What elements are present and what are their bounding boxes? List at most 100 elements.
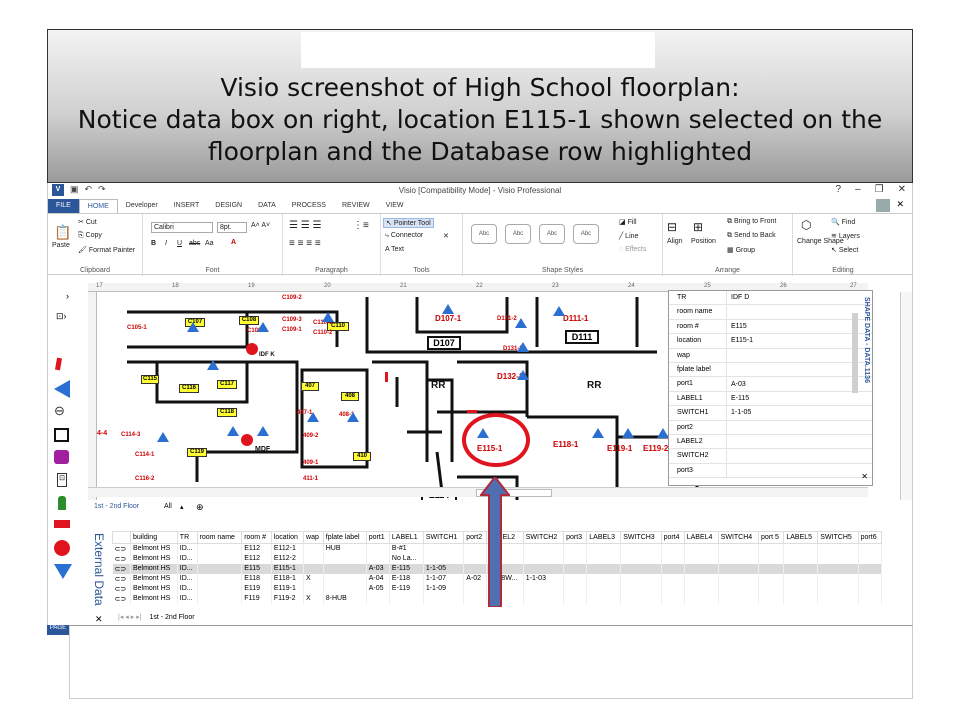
x-tool-icon[interactable]: ✕: [443, 232, 449, 240]
column-header[interactable]: room name: [196, 531, 243, 544]
green-device-icon[interactable]: [58, 496, 66, 510]
blue-jack-left-icon[interactable]: [54, 380, 70, 398]
select-button[interactable]: ↖ Select: [831, 246, 858, 254]
underline-button[interactable]: U: [177, 240, 182, 247]
column-header[interactable]: LABEL3: [586, 531, 622, 544]
column-header[interactable]: SWITCH1: [422, 531, 465, 544]
column-header[interactable]: port 5: [758, 531, 785, 544]
shape-style-4[interactable]: Abc: [573, 224, 599, 244]
column-header[interactable]: location: [270, 531, 305, 544]
column-header[interactable]: LABEL1: [388, 531, 424, 544]
vertical-scrollbar[interactable]: [900, 292, 912, 500]
red-label-icon[interactable]: [54, 520, 70, 528]
add-page-button[interactable]: ⊕: [196, 502, 204, 513]
column-header[interactable]: SWITCH3: [620, 531, 662, 544]
bullets-icon[interactable]: ⋮≡: [353, 220, 369, 231]
column-header[interactable]: TR: [176, 531, 198, 544]
shape-style-3[interactable]: Abc: [539, 224, 565, 244]
cut-button[interactable]: ✂ Cut: [78, 218, 97, 226]
shape-data-value[interactable]: E115: [727, 323, 747, 330]
shape-data-scrollbar[interactable]: [852, 313, 858, 393]
tab-review[interactable]: REVIEW: [334, 199, 378, 213]
format-painter-button[interactable]: 🖌 Format Painter: [78, 246, 135, 254]
font-size-select[interactable]: 8pt.: [217, 222, 247, 233]
paste-button[interactable]: Paste: [52, 242, 70, 249]
restore-icon[interactable]: ❐: [875, 184, 884, 195]
connector-button[interactable]: ⤷ Connector: [385, 232, 423, 240]
align-icon[interactable]: ⊟: [667, 220, 677, 234]
tab-file[interactable]: FILE: [48, 199, 79, 213]
tab-developer[interactable]: Developer: [118, 199, 166, 213]
shapes-icon[interactable]: ⊡›: [56, 311, 67, 322]
column-header[interactable]: port4: [660, 531, 685, 544]
effects-button[interactable]: ◌ Effects: [619, 246, 646, 253]
line-button[interactable]: ╱ Line: [619, 232, 638, 240]
column-header[interactable]: port1: [365, 531, 390, 544]
tab-insert[interactable]: INSERT: [166, 199, 208, 213]
shape-data-value[interactable]: IDF D: [727, 294, 749, 301]
position-button[interactable]: Position: [691, 238, 716, 245]
device-icon[interactable]: ⊡: [57, 473, 67, 487]
red-circle-icon[interactable]: [54, 540, 70, 556]
user-avatar[interactable]: [876, 199, 890, 212]
square-shape-icon[interactable]: [54, 428, 69, 442]
send-to-back-button[interactable]: ⧉ Send to Back: [727, 232, 776, 240]
page-tab-all[interactable]: All: [164, 503, 172, 510]
column-header[interactable]: LABEL4: [683, 531, 719, 544]
purple-shape-icon[interactable]: [54, 450, 69, 464]
column-header[interactable]: building: [129, 531, 178, 544]
copy-button[interactable]: ⎘ Copy: [78, 232, 102, 240]
text-tool-button[interactable]: A Text: [385, 246, 404, 253]
minimize-icon[interactable]: –: [855, 184, 861, 195]
font-color-icon[interactable]: A: [231, 239, 236, 246]
shape-data-value[interactable]: A-03: [727, 381, 746, 388]
red-marker-icon[interactable]: [52, 357, 66, 372]
layers-button[interactable]: ≋ Layers: [831, 232, 860, 240]
italic-button[interactable]: I: [165, 240, 167, 247]
column-header[interactable]: wap: [303, 531, 324, 544]
shape-data-close-icon[interactable]: ✕: [861, 472, 868, 481]
external-data-close-icon[interactable]: ✕: [95, 614, 103, 625]
position-icon[interactable]: ⊞: [693, 220, 703, 234]
column-header[interactable]: SWITCH5: [817, 531, 859, 544]
tab-nav-arrows[interactable]: |◂ ◂ ▸ ▸|: [118, 614, 142, 621]
expand-shapes-icon[interactable]: ›: [66, 291, 69, 301]
close-icon[interactable]: ✕: [898, 184, 906, 195]
bring-to-front-button[interactable]: ⧉ Bring to Front: [727, 218, 776, 226]
crosshair-icon[interactable]: ⊖: [54, 403, 65, 419]
tab-home[interactable]: HOME: [78, 199, 118, 213]
ribbon-close-icon[interactable]: ✕: [896, 199, 904, 210]
fill-button[interactable]: ◪ Fill: [619, 218, 637, 226]
column-header[interactable]: SWITCH2: [522, 531, 565, 544]
change-case-button[interactable]: Aa: [205, 240, 214, 247]
shape-data-value[interactable]: 1-1-05: [727, 409, 751, 416]
tab-process[interactable]: PROCESS: [284, 199, 334, 213]
help-icon[interactable]: ?: [836, 184, 842, 195]
shape-style-1[interactable]: Abc: [471, 224, 497, 244]
column-header[interactable]: port3: [563, 531, 588, 544]
column-header[interactable]: [112, 531, 131, 544]
column-header[interactable]: port6: [857, 531, 883, 544]
group-button[interactable]: ▦ Group: [727, 246, 755, 254]
strikethrough-button[interactable]: abc: [189, 240, 200, 247]
external-data-tab[interactable]: 1st - 2nd Floor: [149, 614, 194, 621]
find-button[interactable]: 🔍 Find: [831, 218, 855, 226]
change-shape-icon[interactable]: ⬡: [801, 218, 811, 232]
column-header[interactable]: SWITCH4: [717, 531, 760, 544]
page-tab-current[interactable]: 1st - 2nd Floor: [94, 503, 139, 510]
column-header[interactable]: room #: [241, 531, 272, 544]
font-family-select[interactable]: Calibri: [151, 222, 213, 233]
horizontal-scrollbar[interactable]: [88, 487, 868, 497]
blue-jack-down-icon[interactable]: [54, 564, 72, 579]
shape-data-value[interactable]: E-115: [727, 395, 749, 402]
tab-design[interactable]: DESIGN: [207, 199, 250, 213]
bold-button[interactable]: B: [151, 240, 156, 247]
all-pages-dropdown-icon[interactable]: ▴: [180, 503, 184, 511]
column-header[interactable]: LABEL5: [783, 531, 819, 544]
align-text-icons[interactable]: ≡ ≡ ≡ ≡: [289, 238, 321, 249]
shape-data-value[interactable]: E115-1: [727, 337, 753, 344]
paste-icon[interactable]: 📋: [54, 224, 71, 241]
grow-font-icon[interactable]: A˄ A˅: [251, 222, 270, 229]
shape-style-2[interactable]: Abc: [505, 224, 531, 244]
column-header[interactable]: fplate label: [322, 531, 367, 544]
